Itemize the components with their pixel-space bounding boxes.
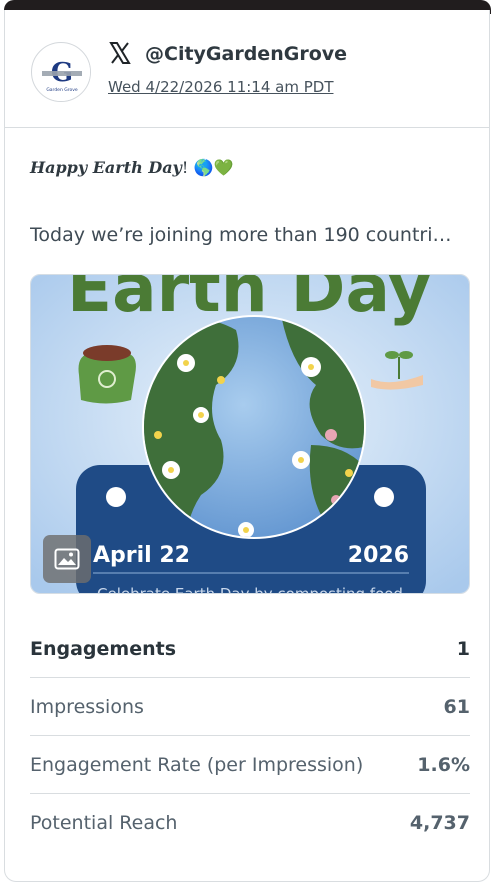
image-icon	[54, 548, 80, 570]
stat-row-engagement-rate: Engagement Rate (per Impression) 1.6%	[30, 736, 470, 794]
post-card: G Garden Grove @CityGardenGrove Wed 4/22…	[4, 10, 490, 882]
post-body-text[interactable]: Today we’re joining more than 190 countr…	[30, 224, 476, 246]
account-handle[interactable]: @CityGardenGrove	[145, 43, 347, 65]
post-header: G Garden Grove @CityGardenGrove Wed 4/22…	[5, 10, 489, 128]
post-greeting: Happy Earth Day! 🌎💚	[30, 158, 234, 177]
poster-date-right: 2026	[348, 543, 409, 568]
image-type-badge	[43, 535, 91, 583]
greeting-exclamation: !	[181, 158, 189, 177]
greeting-text: Happy Earth Day	[30, 158, 182, 177]
stat-row-potential-reach: Potential Reach 4,737	[30, 794, 470, 852]
stat-label: Impressions	[30, 695, 144, 718]
stats-table: Engagements 1 Impressions 61 Engagement …	[30, 620, 470, 852]
stat-label: Engagement Rate (per Impression)	[30, 753, 364, 776]
stat-value: 4,737	[409, 812, 470, 834]
post-media-image[interactable]: Earth Day April 22 2026 Celebrate Earth …	[30, 274, 470, 594]
stat-value: 1.6%	[417, 753, 470, 776]
avatar[interactable]: G Garden Grove	[31, 42, 91, 102]
poster-date-left: April 22	[93, 543, 190, 568]
stat-label: Engagements	[30, 637, 177, 660]
stat-value: 61	[443, 695, 470, 718]
post-timestamp-link[interactable]: Wed 4/22/2026 11:14 am PDT	[108, 78, 333, 96]
poster-caption: Celebrate Earth Day by composting food	[97, 585, 403, 594]
earth-day-poster: Earth Day April 22 2026 Celebrate Earth …	[31, 275, 469, 594]
compost-bag-illustration	[78, 345, 136, 404]
x-logo-icon	[109, 42, 131, 64]
greeting-emoji: 🌎💚	[193, 158, 234, 177]
avatar-logo-text: Garden Grove	[46, 87, 78, 93]
stat-label: Potential Reach	[30, 812, 178, 834]
garden-grove-logo: G Garden Grove	[33, 44, 90, 101]
stat-row-engagements: Engagements 1	[30, 620, 470, 678]
stat-value: 1	[456, 637, 470, 660]
stat-row-impressions: Impressions 61	[30, 678, 470, 736]
